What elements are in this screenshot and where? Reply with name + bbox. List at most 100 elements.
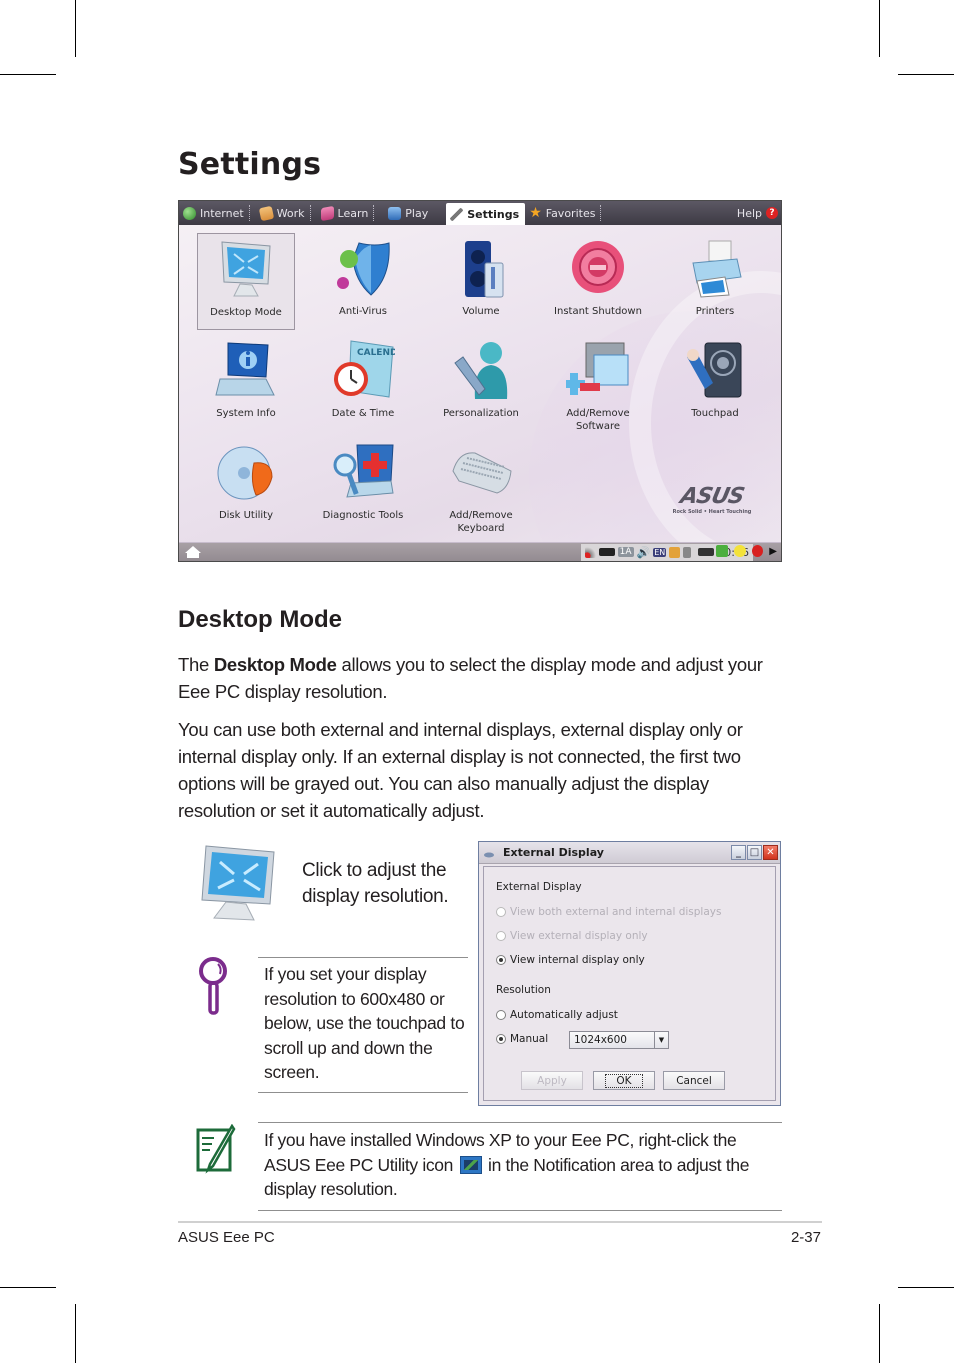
tray-extra: ▶ — [716, 545, 777, 557]
app-system-info[interactable]: System Info — [197, 335, 295, 420]
app-label: Add/Remove Keyboard — [449, 510, 513, 534]
globe-icon — [183, 206, 196, 220]
power-off-icon[interactable] — [752, 545, 764, 557]
home-button[interactable] — [184, 545, 202, 559]
monitor-icon — [214, 238, 278, 302]
usb-icon[interactable] — [698, 548, 715, 556]
maximize-icon: □ — [749, 846, 760, 858]
app-desktop-mode[interactable]: Desktop Mode — [197, 233, 295, 330]
dialog-title: External Display — [503, 846, 604, 859]
app-printers[interactable]: Printers — [666, 233, 764, 318]
dialog-titlebar[interactable]: External Display _ □ ✕ — [479, 842, 780, 864]
settings-screenshot: Internet Work Learn Play Settings ★ Favo… — [178, 200, 782, 562]
radio-both-displays[interactable]: View both external and internal displays — [496, 906, 721, 918]
resolution-group-label: Resolution — [496, 984, 551, 996]
tab-bar: Internet Work Learn Play Settings ★ Favo… — [179, 201, 781, 225]
app-diagnostic-tools[interactable]: Diagnostic Tools — [314, 437, 412, 522]
page-title: Settings — [178, 147, 322, 182]
app-label: Printers — [695, 306, 735, 317]
network-icon[interactable] — [669, 546, 681, 558]
radio-label: Automatically adjust — [510, 1009, 618, 1021]
home-icon — [185, 546, 201, 558]
magnifier-tip-icon — [196, 956, 230, 1018]
disk-icon — [214, 441, 278, 505]
minimize-button[interactable]: _ — [731, 845, 746, 860]
tab-help[interactable]: Help ? — [733, 201, 781, 225]
external-display-group-label: External Display — [496, 881, 582, 893]
calendar-clock-icon: CALENDAR — [331, 339, 411, 403]
maximize-button[interactable]: □ — [747, 845, 762, 860]
app-volume[interactable]: Volume — [432, 233, 530, 318]
star-icon: ★ — [529, 205, 542, 221]
app-label: System Info — [216, 408, 276, 419]
calculator-icon[interactable] — [716, 545, 729, 557]
chevron-down-icon[interactable]: ▼ — [654, 1032, 668, 1048]
crop-mark — [0, 74, 56, 75]
app-label: Instant Shutdown — [554, 306, 642, 317]
radio-auto-adjust[interactable]: Automatically adjust — [496, 1009, 618, 1021]
language-indicator[interactable]: EN — [653, 547, 667, 557]
radio-label: View internal display only — [510, 954, 645, 966]
add-remove-software-icon — [563, 339, 630, 403]
tab-settings[interactable]: Settings — [446, 203, 526, 225]
tab-learn[interactable]: Learn — [311, 201, 375, 225]
storage-icon[interactable] — [683, 546, 692, 558]
resolution-select[interactable]: 1024x600 ▼ — [569, 1031, 669, 1049]
display-app-icon — [483, 849, 495, 857]
divider — [258, 1210, 782, 1211]
external-display-dialog: External Display _ □ ✕ External Display … — [478, 841, 781, 1106]
crop-mark — [0, 1287, 56, 1288]
radio-button[interactable] — [496, 907, 506, 917]
close-icon: ✕ — [766, 846, 775, 858]
radio-button[interactable] — [496, 1010, 506, 1020]
radio-external-only[interactable]: View external display only — [496, 930, 648, 942]
tab-internet[interactable]: Internet — [179, 201, 250, 225]
button-label: Cancel — [676, 1074, 712, 1087]
cancel-button[interactable]: Cancel — [663, 1071, 725, 1090]
tab-work[interactable]: Work — [250, 201, 311, 225]
app-label: Anti-Virus — [339, 306, 387, 317]
wireless-icon[interactable] — [584, 546, 596, 558]
tab-label: Learn — [337, 206, 369, 220]
tab-favorites[interactable]: ★ Favorites — [525, 201, 602, 225]
app-date-time[interactable]: CALENDAR Date & Time — [314, 335, 412, 420]
smiley-icon[interactable] — [734, 545, 747, 557]
button-label: OK — [605, 1073, 643, 1088]
radio-button[interactable] — [496, 931, 506, 941]
app-personalization[interactable]: Personalization — [432, 335, 530, 420]
svg-text:CALENDAR: CALENDAR — [357, 348, 395, 358]
app-anti-virus[interactable]: Anti-Virus — [314, 233, 412, 318]
note-text: If you have installed Windows XP to your… — [264, 1128, 784, 1202]
app-instant-shutdown[interactable]: Instant Shutdown — [549, 233, 647, 318]
divider — [258, 957, 468, 958]
speaker-icon — [449, 237, 513, 301]
app-add-remove-software[interactable]: Add/Remove Software — [549, 335, 647, 433]
radio-button[interactable] — [496, 955, 506, 965]
app-label: Desktop Mode — [210, 307, 282, 318]
game-icon — [388, 206, 402, 220]
radio-internal-only[interactable]: View internal display only — [496, 954, 645, 966]
app-disk-utility[interactable]: Disk Utility — [197, 437, 295, 522]
radio-button[interactable] — [496, 1034, 506, 1044]
app-label: Touchpad — [691, 408, 739, 419]
app-add-remove-keyboard[interactable]: Add/Remove Keyboard — [432, 437, 530, 535]
crop-mark — [898, 1287, 954, 1288]
person-wrench-icon — [449, 339, 513, 403]
radio-label: View both external and internal displays — [510, 906, 722, 918]
apply-button[interactable]: Apply — [521, 1071, 583, 1090]
battery-icon[interactable] — [598, 548, 615, 556]
app-touchpad[interactable]: Touchpad — [666, 335, 764, 420]
desktop-mode-icon — [196, 842, 278, 924]
arrow-right-icon[interactable]: ▶ — [769, 546, 777, 557]
crop-mark — [898, 74, 954, 75]
button-label: Apply — [537, 1074, 567, 1087]
resolution-value: 1024x600 — [574, 1034, 627, 1046]
app-label: Volume — [462, 306, 500, 317]
volume-icon[interactable]: 🔊 — [637, 546, 651, 559]
radio-manual[interactable]: Manual — [496, 1033, 548, 1045]
ok-button[interactable]: OK — [593, 1071, 655, 1090]
tab-play[interactable]: Play — [374, 201, 446, 225]
shield-icon — [331, 237, 395, 301]
section-heading: Desktop Mode — [178, 606, 343, 633]
close-button[interactable]: ✕ — [763, 845, 778, 860]
